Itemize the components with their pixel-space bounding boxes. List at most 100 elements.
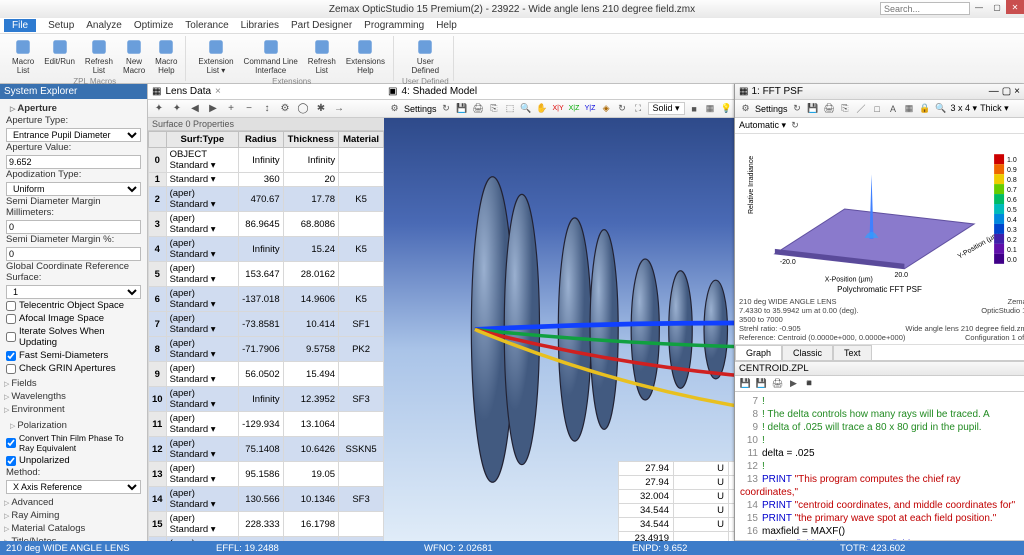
left-icon[interactable]: ◀ bbox=[188, 102, 202, 116]
refresh-icon[interactable]: ↻ bbox=[440, 102, 453, 115]
iso-icon[interactable]: ◈ bbox=[600, 102, 613, 115]
psf-thick-select[interactable]: Thick ▾ bbox=[980, 103, 1009, 114]
psf-grid-select[interactable]: 3 x 4 ▾ bbox=[951, 103, 978, 114]
color2-icon[interactable]: ▦ bbox=[704, 102, 717, 115]
y-view-icon[interactable]: X|Z bbox=[568, 102, 581, 115]
menu-libraries[interactable]: Libraries bbox=[241, 20, 279, 31]
tree-wavelengths[interactable]: Wavelengths bbox=[0, 390, 147, 403]
tab-classic[interactable]: Classic bbox=[782, 345, 833, 360]
text-icon[interactable]: A bbox=[887, 102, 900, 115]
color1-icon[interactable]: ■ bbox=[688, 102, 701, 115]
iterate-checkbox[interactable] bbox=[6, 332, 16, 342]
print-icon[interactable]: 🖨 bbox=[771, 377, 784, 390]
bulb-icon[interactable]: 💡 bbox=[720, 102, 733, 115]
menu-part-designer[interactable]: Part Designer bbox=[291, 20, 352, 31]
ribbon-macro-list[interactable]: MacroList bbox=[8, 36, 38, 77]
pan-icon[interactable]: ✋ bbox=[536, 102, 549, 115]
convert-tf-checkbox[interactable] bbox=[6, 438, 16, 448]
minimize-button[interactable]: — bbox=[970, 0, 988, 14]
gcrs-select[interactable]: 1 bbox=[6, 285, 141, 299]
print-icon[interactable]: 🖨 bbox=[823, 102, 836, 115]
sdmp-input[interactable] bbox=[6, 247, 141, 261]
code-file-tab[interactable]: CENTROID.ZPL bbox=[739, 363, 809, 374]
insert-icon[interactable]: ✦ bbox=[152, 102, 166, 116]
code-editor[interactable]: 7!8! The delta controls how many rays wi… bbox=[735, 392, 1024, 540]
ribbon-refresh-list[interactable]: RefreshList bbox=[81, 36, 117, 77]
aperture-value-input[interactable] bbox=[6, 155, 141, 169]
ribbon-macro-help[interactable]: MacroHelp bbox=[151, 36, 181, 77]
refresh-icon[interactable]: ↻ bbox=[791, 102, 804, 115]
gear-icon[interactable]: ⚙ bbox=[739, 102, 752, 115]
square-icon[interactable]: □ bbox=[871, 102, 884, 115]
menu-tolerance[interactable]: Tolerance bbox=[185, 20, 228, 31]
right-icon[interactable]: ▶ bbox=[206, 102, 220, 116]
psf-canvas[interactable]: Relative Irradiance X-Position (µm) Y-Po… bbox=[735, 134, 1024, 284]
aperture-type-select[interactable]: Entrance Pupil Diameter bbox=[6, 128, 141, 142]
rotate-icon[interactable]: ↻ bbox=[616, 102, 629, 115]
save-icon[interactable]: 💾 bbox=[456, 102, 469, 115]
close-button[interactable]: ✕ bbox=[1006, 0, 1024, 14]
sdmm-input[interactable] bbox=[6, 220, 141, 234]
stop-icon[interactable]: ◾ bbox=[803, 377, 816, 390]
tab-graph[interactable]: Graph bbox=[735, 345, 782, 360]
x-view-icon[interactable]: X|Y bbox=[552, 102, 565, 115]
z-view-icon[interactable]: Y|Z bbox=[584, 102, 597, 115]
grid-icon[interactable]: ▦ bbox=[903, 102, 916, 115]
fit-icon[interactable]: ⛶ bbox=[632, 102, 645, 115]
close-icon[interactable]: × bbox=[1014, 86, 1020, 97]
ribbon-command-line-interface[interactable]: Command LineInterface bbox=[240, 36, 302, 77]
render-settings-label[interactable]: Settings bbox=[404, 104, 437, 114]
ribbon-extension-list-[interactable]: ExtensionList ▾ bbox=[194, 36, 237, 77]
asterisk-icon[interactable]: ✱ bbox=[314, 102, 328, 116]
save-icon[interactable]: 💾 bbox=[739, 377, 752, 390]
delete-icon[interactable]: ✦ bbox=[170, 102, 184, 116]
zoom-icon[interactable]: 🔍 bbox=[935, 102, 948, 115]
ribbon-user-defined[interactable]: UserDefined bbox=[408, 36, 444, 77]
save-icon[interactable]: 💾 bbox=[807, 102, 820, 115]
maximize-button[interactable]: ▢ bbox=[988, 0, 1006, 14]
run-icon[interactable]: ▶ bbox=[787, 377, 800, 390]
method-select[interactable]: X Axis Reference bbox=[6, 480, 141, 494]
psf-automatic-select[interactable]: Automatic ▾ bbox=[739, 120, 786, 130]
ribbon-new-macro[interactable]: NewMacro bbox=[119, 36, 149, 77]
menu-file[interactable]: File bbox=[4, 19, 36, 32]
ribbon-edit-run[interactable]: Edit/Run bbox=[40, 36, 79, 77]
ring-icon[interactable]: ◯ bbox=[296, 102, 310, 116]
tab-text[interactable]: Text bbox=[833, 345, 872, 360]
select-icon[interactable]: ⬚ bbox=[504, 102, 517, 115]
lock-icon[interactable]: 🔒 bbox=[919, 102, 932, 115]
unpolarized-checkbox[interactable] bbox=[6, 456, 16, 466]
menu-setup[interactable]: Setup bbox=[48, 20, 74, 31]
remove-icon[interactable]: − bbox=[242, 102, 256, 116]
refresh2-icon[interactable]: ↻ bbox=[789, 119, 802, 132]
menu-analyze[interactable]: Analyze bbox=[86, 20, 122, 31]
saveall-icon[interactable]: 💾 bbox=[755, 377, 768, 390]
add-icon[interactable]: + bbox=[224, 102, 238, 116]
explorer-polarization[interactable]: Polarization bbox=[6, 419, 141, 432]
goto-icon[interactable]: → bbox=[332, 102, 346, 116]
menu-optimize[interactable]: Optimize bbox=[134, 20, 173, 31]
menu-programming[interactable]: Programming bbox=[364, 20, 424, 31]
menu-help[interactable]: Help bbox=[436, 20, 457, 31]
print-icon[interactable]: 🖨 bbox=[472, 102, 485, 115]
lens-data-table[interactable]: Surf:TypeRadiusThicknessMaterial0OBJECT … bbox=[148, 131, 384, 541]
tree-environment[interactable]: Environment bbox=[0, 403, 147, 416]
ribbon-extensions-help[interactable]: ExtensionsHelp bbox=[342, 36, 389, 77]
tree-advanced[interactable]: Advanced bbox=[0, 496, 147, 509]
apodization-select[interactable]: Uniform bbox=[6, 182, 141, 196]
minimize-icon[interactable]: — bbox=[989, 86, 999, 97]
afocal-checkbox[interactable] bbox=[6, 314, 16, 324]
tree-material-catalogs[interactable]: Material Catalogs bbox=[0, 522, 147, 535]
fastsemi-checkbox[interactable] bbox=[6, 351, 16, 361]
gear-icon[interactable]: ⚙ bbox=[388, 102, 401, 115]
zoom-icon[interactable]: 🔍 bbox=[520, 102, 533, 115]
checkgrin-checkbox[interactable] bbox=[6, 364, 16, 374]
ribbon-refresh-list[interactable]: RefreshList bbox=[304, 36, 340, 77]
psf-settings[interactable]: Settings bbox=[755, 104, 788, 114]
copy-icon[interactable]: ⎘ bbox=[839, 102, 852, 115]
arrows-icon[interactable]: ↕ bbox=[260, 102, 274, 116]
telecentric-checkbox[interactable] bbox=[6, 301, 16, 311]
copy-icon[interactable]: ⎘ bbox=[488, 102, 501, 115]
search-input[interactable] bbox=[880, 2, 970, 15]
explorer-aperture[interactable]: Aperture bbox=[6, 102, 141, 115]
